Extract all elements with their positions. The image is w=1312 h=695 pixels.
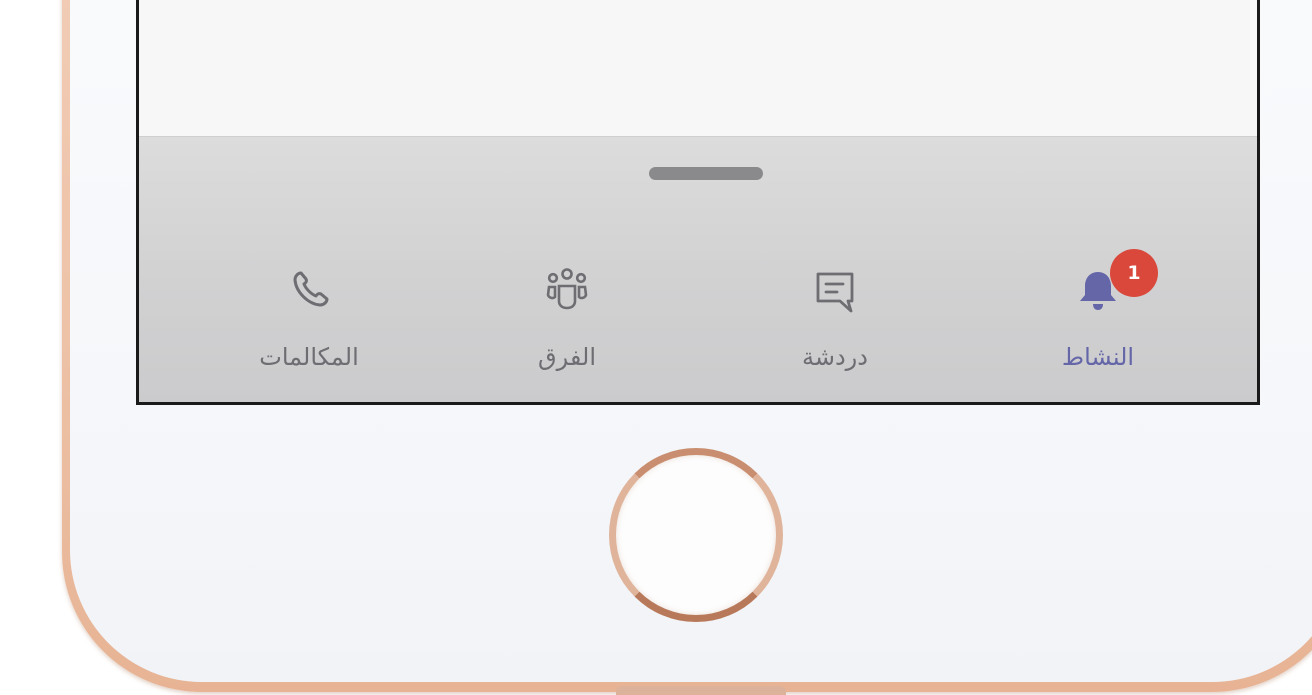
tab-activity-label: النشاط [1061, 343, 1135, 371]
tab-calls[interactable]: المكالمات [229, 261, 389, 381]
notification-badge: 1 [1110, 249, 1158, 297]
phone-bottom-edge [616, 686, 786, 695]
tab-activity[interactable]: 1 النشاط [1018, 249, 1178, 381]
phone-icon [279, 261, 339, 321]
teams-icon [537, 261, 597, 321]
tab-teams[interactable]: الفرق [487, 261, 647, 381]
bottom-tab-bar: المكالمات الفرق دردشة 1 النشاط [139, 136, 1257, 402]
tab-chat[interactable]: دردشة [755, 261, 915, 381]
chat-icon [805, 261, 865, 321]
content-area [139, 0, 1257, 136]
tab-chat-label: دردشة [802, 343, 868, 371]
tab-teams-label: الفرق [538, 343, 596, 371]
phone-screen: المكالمات الفرق دردشة 1 النشاط [136, 0, 1260, 405]
drag-handle[interactable] [649, 167, 763, 180]
phone-mockup: المكالمات الفرق دردشة 1 النشاط [0, 0, 1312, 695]
tab-calls-label: المكالمات [259, 343, 359, 371]
home-button[interactable] [609, 448, 783, 622]
